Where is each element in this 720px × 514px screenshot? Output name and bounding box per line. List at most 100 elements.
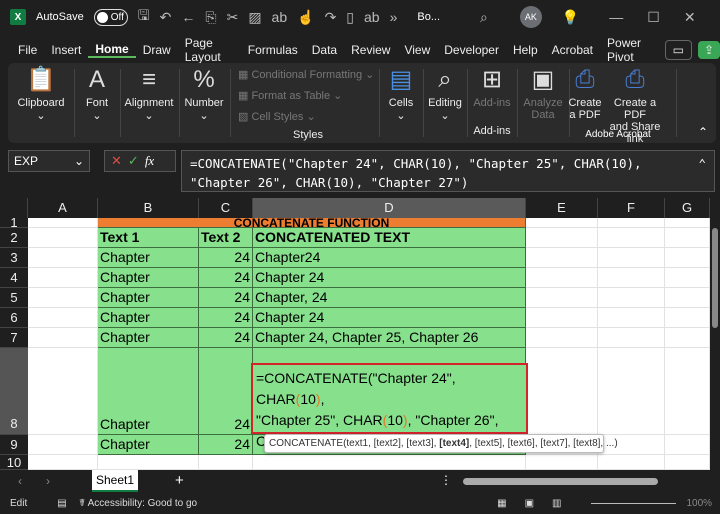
row-header-4[interactable]: 4 (0, 268, 28, 288)
new-file-icon[interactable]: ▯ (346, 9, 354, 26)
column-header-B[interactable]: B (98, 198, 199, 218)
close-icon[interactable]: ✕ (684, 9, 696, 26)
alignment-button[interactable]: ≡ Alignment ⌄ (120, 63, 178, 143)
formula-input[interactable]: =CONCATENATE("Chapter 24", CHAR(10), "Ch… (181, 150, 715, 192)
format-as-table-button[interactable]: ▦ Format as Table ⌄ (238, 86, 378, 107)
pdf-share-icon: ⎙ (625, 66, 645, 93)
row-header-6[interactable]: 6 (0, 308, 28, 328)
macro-icon[interactable]: ▤ (57, 498, 66, 509)
sheet-tab-sheet1[interactable]: Sheet1 (92, 470, 138, 492)
tab-data[interactable]: Data (305, 43, 344, 57)
row-header-8[interactable]: 8 (0, 348, 28, 435)
row-header-9[interactable]: 9 (0, 435, 28, 455)
column-header-E[interactable]: E (526, 198, 598, 218)
collapse-ribbon-icon[interactable]: ⌃ (698, 125, 708, 139)
vertical-scrollbar[interactable] (710, 218, 720, 470)
spelling-icon[interactable]: ab (272, 9, 288, 25)
search-icon[interactable]: ⌕ (480, 9, 488, 26)
avatar[interactable]: AK (519, 6, 542, 28)
column-header-D[interactable]: D (253, 198, 526, 218)
column-header-A[interactable]: A (28, 198, 98, 218)
picture-icon[interactable]: ▨ (248, 9, 261, 26)
tab-page-layout[interactable]: Page Layout (178, 36, 241, 64)
prev-sheet-icon[interactable]: ‹ (18, 474, 22, 488)
table-title: CONCATENATE FUNCTION (98, 218, 526, 228)
clipboard-button[interactable]: 📋 Clipboard ⌄ (12, 63, 70, 143)
add-sheet-button[interactable]: + (175, 472, 184, 489)
insert-function-icon[interactable]: fx (145, 153, 154, 169)
tab-review[interactable]: Review (344, 43, 397, 57)
font-icon: A (88, 66, 105, 93)
more-icon[interactable]: » (390, 9, 398, 25)
result-cell: Chapter 24 (253, 268, 526, 288)
cut-icon[interactable]: ✂ (227, 9, 239, 26)
font-button[interactable]: A Font ⌄ (76, 63, 118, 143)
strikethrough-icon[interactable]: ab (364, 9, 380, 25)
zoom-slider[interactable] (591, 502, 677, 504)
redo-icon[interactable]: ↷ (325, 9, 337, 26)
touch-icon[interactable]: ☝ (297, 9, 314, 26)
tab-help[interactable]: Help (506, 43, 545, 57)
row-header-2[interactable]: 2 (0, 228, 28, 248)
cells-button[interactable]: ▤ Cells ⌄ (380, 63, 422, 143)
create-pdf-label-2: a PDF (569, 109, 601, 121)
name-box[interactable]: EXP ⌄ (8, 150, 90, 172)
cancel-icon[interactable]: ✕ (111, 153, 122, 169)
minimize-icon[interactable]: — (609, 9, 623, 25)
result-cell: Chapter, 24 (253, 288, 526, 308)
formula-text: =CONCATENATE("Chapter 24", CHAR (256, 370, 456, 407)
tab-acrobat[interactable]: Acrobat (545, 43, 600, 57)
share-button[interactable]: ⇪ (697, 41, 720, 59)
horizontal-scrollbar[interactable] (463, 478, 658, 485)
undo-icon[interactable]: ↶ (160, 9, 172, 26)
function-tooltip[interactable]: CONCATENATE(text1, [text2], [text3], [te… (264, 434, 618, 453)
more-options-icon[interactable]: ⋮ (440, 473, 452, 487)
lightbulb-icon[interactable]: 💡 (562, 9, 579, 26)
tab-home[interactable]: Home (88, 42, 136, 58)
enter-icon[interactable]: ✓ (128, 153, 139, 169)
zoom-level[interactable]: 100% (686, 498, 712, 509)
maximize-icon[interactable]: ☐ (647, 9, 660, 26)
row-header-7[interactable]: 7 (0, 328, 28, 348)
comments-button[interactable]: ▭ (664, 40, 692, 60)
search-icon: ⌕ (438, 66, 452, 93)
paste-icon[interactable]: ⎘ (205, 9, 216, 26)
formula-text: , (320, 391, 325, 407)
tab-insert[interactable]: Insert (44, 43, 88, 57)
tab-file[interactable]: File (0, 43, 44, 57)
next-sheet-icon[interactable]: › (46, 474, 50, 488)
formula-text: , "Chapter 26", (407, 412, 499, 428)
add-ins-button[interactable]: ⊞ Add-ins Add-ins (468, 63, 516, 143)
row-header-5[interactable]: 5 (0, 288, 28, 308)
text1-cell: Chapter (98, 328, 199, 348)
analyze-data-button[interactable]: ▣ Analyze Data (518, 63, 568, 143)
text2-cell: 24 (199, 435, 253, 455)
tab-view[interactable]: View (397, 43, 437, 57)
tab-formulas[interactable]: Formulas (241, 43, 305, 57)
save-icon[interactable]: 🖫 (138, 5, 150, 29)
accessibility-status[interactable]: ☤ Accessibility: Good to go (79, 498, 197, 509)
page-break-view-icon[interactable]: ▥ (552, 498, 561, 509)
collapse-formula-icon[interactable]: ⌃ (698, 154, 706, 173)
back-icon[interactable]: ← (181, 9, 195, 25)
editing-button[interactable]: ⌕ Editing ⌄ (424, 63, 466, 143)
row-header-10[interactable]: 10 (0, 455, 28, 470)
autosave-toggle[interactable]: Off (93, 8, 128, 26)
page-layout-view-icon[interactable]: ▣ (525, 498, 534, 509)
column-header-C[interactable]: C (199, 198, 253, 218)
number-button[interactable]: % Number ⌄ (180, 63, 228, 143)
normal-view-icon[interactable]: ▦ (497, 498, 506, 509)
tab-developer[interactable]: Developer (437, 43, 506, 57)
in-cell-formula-editor[interactable]: =CONCATENATE("Chapter 24", CHAR(10), "Cha… (251, 363, 528, 449)
column-heading: Text 1 (98, 228, 199, 248)
tab-draw[interactable]: Draw (136, 43, 178, 57)
percent-icon: % (193, 66, 215, 93)
column-header-F[interactable]: F (598, 198, 665, 218)
tab-power-pivot[interactable]: Power Pivot (600, 36, 661, 64)
column-header-G[interactable]: G (665, 198, 710, 218)
worksheet-grid[interactable]: A B C D E F G 1 2 3 4 5 6 7 8 9 10 CONCATENATE FUNCTION Te… (0, 198, 710, 470)
row-header-1[interactable]: 1 (0, 216, 28, 229)
conditional-formatting-button[interactable]: ▦ Conditional Formatting ⌄ (238, 65, 378, 86)
formula-text: "Chapter 25", CHAR (256, 412, 383, 428)
row-header-3[interactable]: 3 (0, 248, 28, 268)
